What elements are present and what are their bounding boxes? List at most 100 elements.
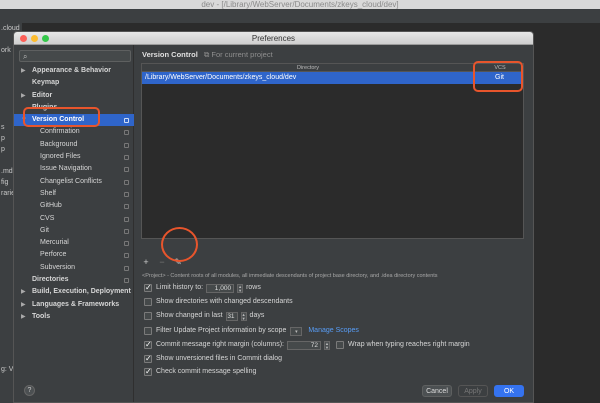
sidebar-item-issue-navigation[interactable]: Issue Navigation — [14, 163, 134, 175]
show-dirs-option: Show directories with changed descendant… — [144, 297, 293, 307]
sidebar-item-keymap[interactable]: Keymap — [14, 77, 134, 89]
sidebar-item-label: Mercurial — [40, 239, 69, 247]
show-dirs-checkbox[interactable] — [144, 298, 152, 306]
show-changed-checkbox[interactable] — [144, 312, 152, 320]
chevron-right-icon[interactable]: ▶ — [21, 299, 26, 311]
limit-history-suffix: rows — [246, 284, 261, 291]
check-spelling-label: Check commit message spelling — [156, 368, 257, 375]
project-settings-icon — [124, 118, 129, 124]
sidebar-item-label: Build, Execution, Deployment — [32, 288, 131, 296]
sidebar-item-subversion[interactable]: Subversion — [14, 262, 134, 274]
commit-margin-spinner[interactable]: ▲ ▼ — [323, 340, 330, 350]
vcs-mappings-table[interactable]: Directory VCS /Library/WebServer/Documen… — [141, 63, 524, 239]
zoom-window-button[interactable] — [42, 35, 49, 42]
sidebar-item-label: CVS — [40, 214, 55, 222]
sidebar-item-label: Editor — [32, 91, 53, 99]
scope-dropdown[interactable]: ▾ — [290, 326, 303, 336]
close-window-button[interactable] — [20, 35, 27, 42]
sidebar-item-label: Shelf — [40, 189, 56, 197]
ide-window-title: dev - [/Library/WebServer/Documents/zkey… — [201, 0, 399, 9]
chevron-right-icon[interactable]: ▶ — [21, 311, 26, 323]
limit-history-spinner[interactable]: ▲ ▼ — [237, 283, 244, 293]
table-row[interactable]: /Library/WebServer/Documents/zkeys_cloud… — [142, 72, 523, 84]
cancel-button[interactable]: Cancel — [422, 385, 452, 397]
show-unversioned-label: Show unversioned files in Commit dialog — [156, 355, 283, 362]
dialog-title-bar: Preferences — [14, 32, 533, 45]
wrap-typing-label: Wrap when typing reaches right margin — [347, 341, 470, 348]
sidebar-item-mercurial[interactable]: Mercurial — [14, 237, 134, 249]
sidebar-item-git[interactable]: Git — [14, 225, 134, 237]
sidebar-item-directories[interactable]: Directories — [14, 274, 134, 286]
settings-tree: ▶ Appearance & Behavior Keymap ▶ Editor Plugi… — [14, 65, 134, 323]
minimize-window-button[interactable] — [31, 35, 38, 42]
sidebar-item-ignored-files[interactable]: Ignored Files — [14, 151, 134, 163]
chevron-right-icon[interactable]: ▶ — [21, 90, 26, 102]
project-scope-text: For current project — [211, 50, 273, 59]
preferences-dialog: Preferences ⌕ ▶ Appearance & Behavior Keym… — [13, 31, 534, 403]
show-changed-suffix: days — [249, 312, 265, 319]
sidebar-item-perforce[interactable]: Perforce — [14, 249, 134, 261]
check-spelling-checkbox[interactable] — [144, 367, 152, 377]
sidebar-item-tools[interactable]: ▶ Tools — [14, 311, 134, 323]
sidebar-item-cvs[interactable]: CVS — [14, 213, 134, 225]
chevron-right-icon[interactable]: ▶ — [21, 286, 26, 298]
settings-search-input[interactable]: ⌕ — [19, 50, 131, 62]
limit-history-input[interactable]: 1,000 — [206, 283, 235, 293]
sidebar-item-label: Tools — [32, 312, 51, 320]
dialog-title: Preferences — [251, 34, 296, 43]
project-settings-icon — [124, 278, 129, 284]
show-changed-spinner[interactable]: ▲ ▼ — [240, 311, 247, 321]
sidebar-item-appearance-behavior[interactable]: ▶ Appearance & Behavior — [14, 65, 134, 77]
project-settings-icon — [124, 228, 129, 234]
show-unversioned-checkbox[interactable] — [144, 354, 152, 364]
sidebar-item-languages-frameworks[interactable]: ▶ Languages & Frameworks — [14, 299, 134, 311]
add-icon[interactable]: + — [141, 256, 151, 268]
ide-toolbar — [0, 9, 600, 23]
project-settings-icon — [124, 265, 129, 271]
show-changed-label: Show changed in last — [156, 312, 223, 319]
show-changed-option: Show changed in last 31 ▲ ▼ days — [144, 311, 264, 321]
manage-scopes-link[interactable]: Manage Scopes — [308, 326, 359, 336]
show-changed-input[interactable]: 31 — [225, 311, 238, 321]
sidebar-item-build-execution-deployment[interactable]: ▶ Build, Execution, Deployment — [14, 286, 134, 298]
sidebar-item-confirmation[interactable]: Confirmation — [14, 126, 134, 138]
filter-update-checkbox[interactable] — [144, 327, 152, 335]
sidebar-item-label: Subversion — [40, 263, 76, 271]
sidebar-item-background[interactable]: Background — [14, 139, 134, 151]
commit-margin-checkbox[interactable] — [144, 340, 152, 350]
project-settings-icon — [124, 179, 129, 185]
column-directory[interactable]: Directory — [142, 64, 474, 72]
panel-title: Version Control — [142, 50, 198, 59]
sidebar-item-shelf[interactable]: Shelf — [14, 188, 134, 200]
annotation-highlight — [161, 227, 198, 262]
sidebar-item-label: Changelist Conflicts — [40, 177, 102, 185]
ide-editor-area — [533, 23, 600, 403]
limit-history-checkbox[interactable] — [144, 283, 152, 293]
sidebar-item-label: Issue Navigation — [40, 165, 92, 173]
project-settings-icon — [124, 130, 129, 136]
project-settings-icon — [124, 167, 129, 173]
project-settings-icon — [124, 253, 129, 259]
sidebar-item-label: GitHub — [40, 202, 62, 210]
show-unversioned-option: Show unversioned files in Commit dialog — [144, 354, 282, 364]
commit-margin-label: Commit message right margin (columns): — [156, 341, 284, 348]
remove-icon[interactable]: − — [157, 256, 167, 268]
row-directory: /Library/WebServer/Documents/zkeys_cloud… — [145, 74, 297, 81]
sidebar-item-editor[interactable]: ▶ Editor — [14, 90, 134, 102]
show-dirs-label: Show directories with changed descendant… — [156, 298, 293, 305]
help-button[interactable]: ? — [24, 385, 35, 396]
commit-margin-input[interactable]: 72 — [286, 340, 321, 350]
apply-button[interactable]: Apply — [458, 385, 488, 397]
project-settings-icon — [124, 216, 129, 222]
ok-button[interactable]: OK — [494, 385, 524, 397]
project-scope-note: ⧉ For current project — [203, 50, 273, 59]
limit-history-label: Limit history to: — [156, 284, 204, 291]
sidebar-item-changelist-conflicts[interactable]: Changelist Conflicts — [14, 176, 134, 188]
sidebar-item-github[interactable]: GitHub — [14, 200, 134, 212]
chevron-right-icon[interactable]: ▶ — [21, 65, 26, 77]
panel-header: Version Control ⧉ For current project — [142, 50, 273, 60]
window-controls — [20, 35, 49, 42]
wrap-typing-checkbox[interactable] — [335, 341, 344, 349]
sidebar-item-label: Ignored Files — [40, 153, 81, 161]
project-settings-icon — [124, 142, 129, 148]
